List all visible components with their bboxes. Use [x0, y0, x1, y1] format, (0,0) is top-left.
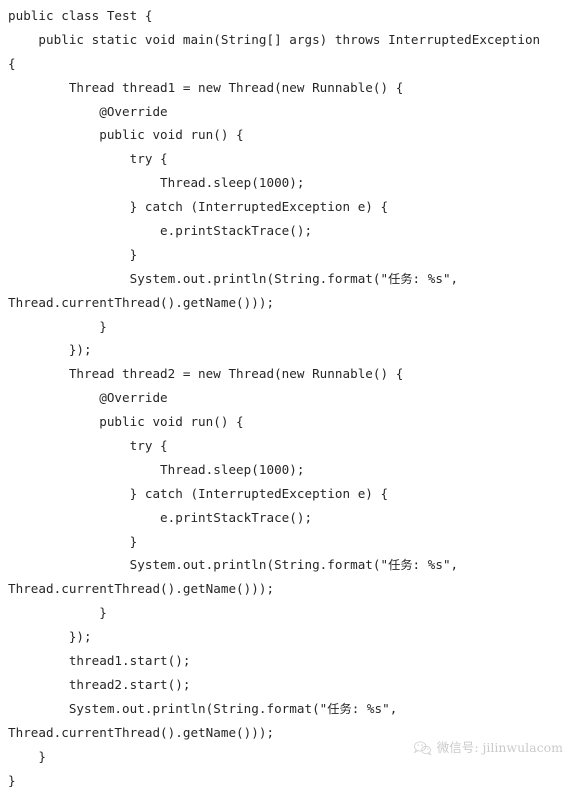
code-line: Thread.sleep(1000);	[0, 458, 569, 482]
code-line: System.out.println(String.format("任务: %s…	[0, 697, 569, 721]
code-line: try {	[0, 434, 569, 458]
code-line: }	[0, 315, 569, 339]
code-line: }	[0, 530, 569, 554]
code-line: });	[0, 625, 569, 649]
code-line: public void run() {	[0, 410, 569, 434]
code-block: public class Test { public static void m…	[0, 0, 569, 792]
code-line: }	[0, 243, 569, 267]
code-line: Thread.currentThread().getName()));	[0, 291, 569, 315]
code-cjk-literal: 任务	[388, 272, 412, 286]
code-line: }	[0, 601, 569, 625]
code-cjk-literal: 任务	[388, 558, 412, 572]
code-line: {	[0, 52, 569, 76]
code-line: System.out.println(String.format("任务: %s…	[0, 267, 569, 291]
code-line: e.printStackTrace();	[0, 219, 569, 243]
code-cjk-literal: 任务	[327, 702, 351, 716]
code-line: System.out.println(String.format("任务: %s…	[0, 553, 569, 577]
code-line: public class Test {	[0, 4, 569, 28]
code-line: public static void main(String[] args) t…	[0, 28, 569, 52]
code-line: Thread thread2 = new Thread(new Runnable…	[0, 362, 569, 386]
code-line: thread1.start();	[0, 649, 569, 673]
code-line: }	[0, 769, 569, 792]
code-line: Thread.currentThread().getName()));	[0, 577, 569, 601]
code-line: Thread.sleep(1000);	[0, 171, 569, 195]
code-line: e.printStackTrace();	[0, 506, 569, 530]
code-line: public void run() {	[0, 123, 569, 147]
code-line: Thread thread1 = new Thread(new Runnable…	[0, 76, 569, 100]
code-line: @Override	[0, 386, 569, 410]
code-line: try {	[0, 147, 569, 171]
code-line: } catch (InterruptedException e) {	[0, 195, 569, 219]
code-line: thread2.start();	[0, 673, 569, 697]
code-line: });	[0, 338, 569, 362]
code-line: }	[0, 745, 569, 769]
code-line: Thread.currentThread().getName()));	[0, 721, 569, 745]
code-line: @Override	[0, 100, 569, 124]
code-line: } catch (InterruptedException e) {	[0, 482, 569, 506]
